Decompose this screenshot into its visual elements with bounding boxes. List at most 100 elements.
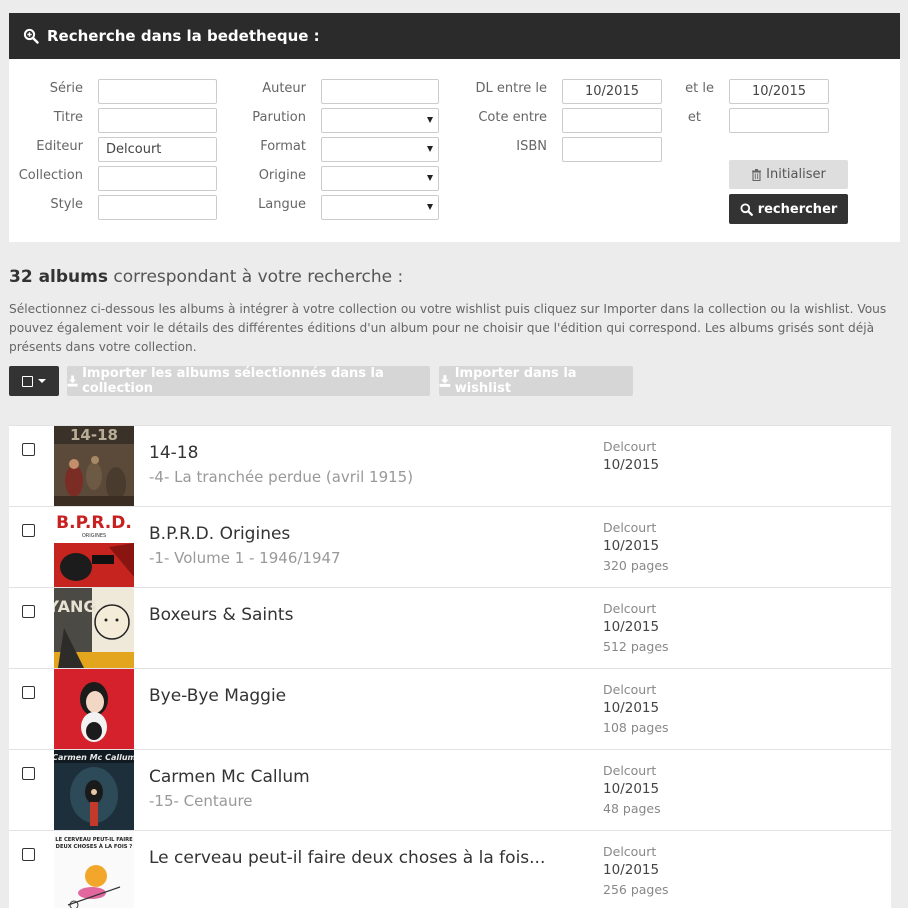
caret-down-icon — [427, 117, 433, 123]
album-publisher: Delcourt — [603, 520, 657, 535]
cover-title: LE CERVEAU PEUT-IL FAIRE — [55, 837, 133, 843]
cote-to-input[interactable] — [729, 108, 829, 133]
album-date: 10/2015 — [603, 862, 660, 878]
album-date: 10/2015 — [603, 781, 660, 797]
search-label: rechercher — [757, 201, 838, 217]
album-subtitle: -4- La tranchée perdue (avril 1915) — [149, 468, 414, 486]
titre-label: Titre — [53, 110, 83, 125]
origine-select[interactable] — [321, 166, 439, 191]
cover-title: B.P.R.D. — [56, 513, 132, 533]
album-publisher: Delcourt — [603, 682, 657, 697]
caret-down-icon — [427, 175, 433, 181]
album-date: 10/2015 — [603, 457, 660, 473]
format-label: Format — [260, 139, 306, 154]
trash-icon — [752, 168, 762, 181]
album-list: 14-18 14-18 -4- La tranchée perdue (avri… — [9, 425, 891, 908]
album-checkbox[interactable] — [22, 848, 35, 861]
langue-select[interactable] — [321, 195, 439, 220]
magnifier-icon — [740, 203, 753, 216]
list-item: YANG Boxeurs & Saints Delcourt 10/2015 5… — [9, 588, 891, 669]
parution-select[interactable] — [321, 108, 439, 133]
album-cover: LE CERVEAU PEUT-IL FAIRE DEUX CHOSES À L… — [54, 831, 134, 908]
search-form: Série Titre Editeur Collection Style Aut… — [9, 59, 900, 242]
list-item: Bye-Bye Maggie Delcourt 10/2015 108 page… — [9, 669, 891, 750]
results-description: Sélectionnez ci-dessous les albums à int… — [9, 302, 887, 354]
album-subtitle: -15- Centaure — [149, 792, 253, 810]
reset-button[interactable]: Initialiser — [729, 160, 848, 189]
album-publisher: Delcourt — [603, 439, 657, 454]
album-cover: 14-18 — [54, 426, 134, 506]
results-heading: 32 albums correspondant à votre recherch… — [9, 267, 403, 287]
search-panel-title: Recherche dans la bedetheque : — [47, 27, 320, 45]
album-pages: 320 pages — [603, 558, 669, 573]
album-title[interactable]: Bye-Bye Maggie — [149, 686, 286, 706]
album-checkbox[interactable] — [22, 605, 35, 618]
et-label: et — [687, 110, 701, 125]
cover-title: YANG — [54, 597, 96, 616]
import-wishlist-label: Importer dans la wishlist — [454, 366, 577, 396]
list-item: B.P.R.D. ORIGINES B.P.R.D. Origines -1- … — [9, 507, 891, 588]
list-item: Carmen Mc Callum Carmen Mc Callum -15- C… — [9, 750, 891, 831]
search-plus-icon — [23, 28, 39, 44]
cover-subtitle: ORIGINES — [82, 533, 106, 539]
origine-label: Origine — [258, 168, 306, 183]
album-date: 10/2015 — [603, 700, 660, 716]
serie-label: Série — [49, 81, 83, 96]
style-label: Style — [50, 197, 83, 212]
album-pages: 108 pages — [603, 720, 669, 735]
cover-title: 14-18 — [70, 426, 118, 444]
album-title[interactable]: 14-18 — [149, 443, 198, 463]
album-publisher: Delcourt — [603, 844, 657, 859]
search-panel-header: Recherche dans la bedetheque : — [9, 13, 900, 59]
auteur-input[interactable] — [321, 79, 439, 104]
album-title[interactable]: Carmen Mc Callum — [149, 767, 310, 787]
download-icon — [439, 375, 451, 387]
album-subtitle: -1- Volume 1 - 1946/1947 — [149, 549, 341, 567]
album-checkbox[interactable] — [22, 443, 35, 456]
album-pages: 256 pages — [603, 882, 669, 897]
album-checkbox[interactable] — [22, 524, 35, 537]
album-title[interactable]: Le cerveau peut-il faire deux choses à l… — [149, 848, 545, 868]
auteur-label: Auteur — [262, 81, 306, 96]
album-date: 10/2015 — [603, 538, 660, 554]
album-checkbox[interactable] — [22, 686, 35, 699]
import-wishlist-button[interactable]: Importer dans la wishlist — [439, 366, 633, 396]
album-title[interactable]: Boxeurs & Saints — [149, 605, 293, 625]
results-count: 32 albums — [9, 267, 108, 287]
editeur-input[interactable] — [98, 137, 217, 162]
dl-to-input[interactable] — [729, 79, 829, 104]
album-pages: 48 pages — [603, 801, 661, 816]
isbn-input[interactable] — [562, 137, 662, 162]
cote-entre-label: Cote entre — [478, 110, 547, 125]
album-checkbox[interactable] — [22, 767, 35, 780]
titre-input[interactable] — [98, 108, 217, 133]
parution-label: Parution — [252, 110, 306, 125]
album-cover: Carmen Mc Callum — [54, 750, 134, 830]
album-title[interactable]: B.P.R.D. Origines — [149, 524, 290, 544]
album-date: 10/2015 — [603, 619, 660, 635]
album-publisher: Delcourt — [603, 601, 657, 616]
serie-input[interactable] — [98, 79, 217, 104]
cover-title: Carmen Mc Callum — [54, 753, 134, 762]
style-input[interactable] — [98, 195, 217, 220]
collection-label: Collection — [18, 168, 83, 183]
isbn-label: ISBN — [516, 139, 547, 154]
import-collection-button[interactable]: Importer les albums sélectionnés dans la… — [67, 366, 430, 396]
langue-label: Langue — [258, 197, 306, 212]
select-all-dropdown-button[interactable] — [9, 366, 59, 396]
import-collection-label: Importer les albums sélectionnés dans la… — [82, 366, 384, 396]
search-button[interactable]: rechercher — [729, 194, 848, 224]
caret-down-icon — [427, 146, 433, 152]
list-item: 14-18 14-18 -4- La tranchée perdue (avri… — [9, 426, 891, 507]
download-icon — [67, 375, 78, 387]
editeur-label: Editeur — [36, 139, 83, 154]
reset-label: Initialiser — [766, 167, 826, 182]
format-select[interactable] — [321, 137, 439, 162]
album-cover: YANG — [54, 588, 134, 668]
results-heading-suffix: correspondant à votre recherche : — [107, 267, 404, 287]
collection-input[interactable] — [98, 166, 217, 191]
album-cover: B.P.R.D. ORIGINES — [54, 507, 134, 587]
caret-down-icon — [38, 379, 46, 383]
et-le-label: et le — [685, 81, 714, 96]
album-cover — [54, 669, 134, 749]
